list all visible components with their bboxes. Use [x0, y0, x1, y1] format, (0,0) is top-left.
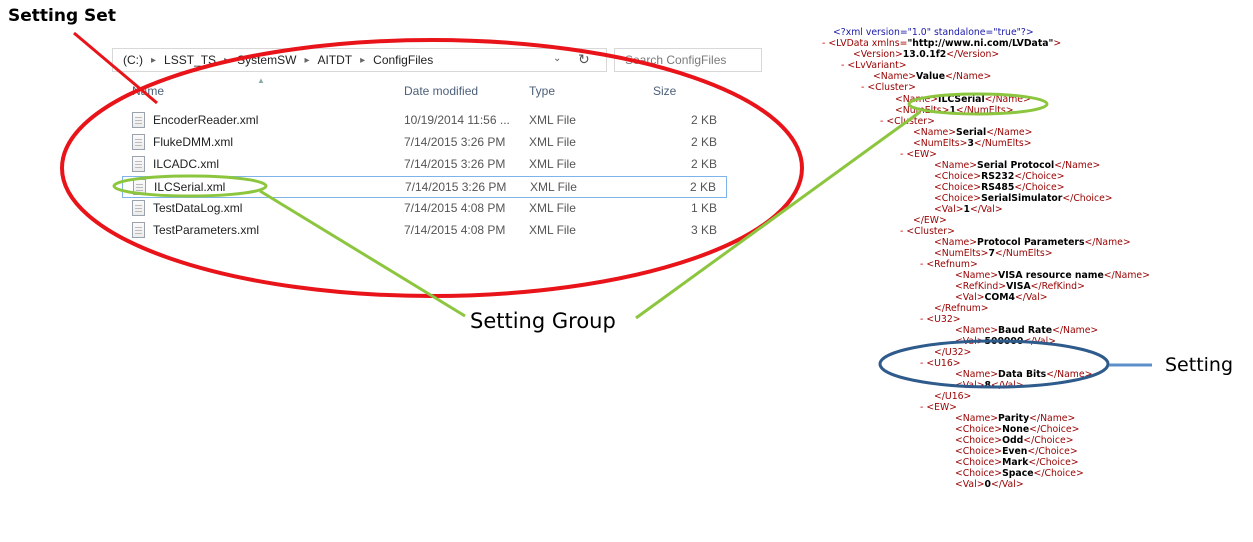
setting-group-pointer-line: [259, 189, 466, 318]
setting-set-pointer-line: [73, 31, 158, 105]
setting-group-pointer-line-xml: [635, 110, 921, 320]
setting-set-ellipse: [60, 38, 804, 298]
annotation-overlay: [60, 31, 1152, 389]
setting-group-ellipse-xml: [907, 92, 1049, 116]
setting-ellipse: [878, 339, 1110, 389]
setting-group-ellipse-file: [112, 174, 268, 198]
